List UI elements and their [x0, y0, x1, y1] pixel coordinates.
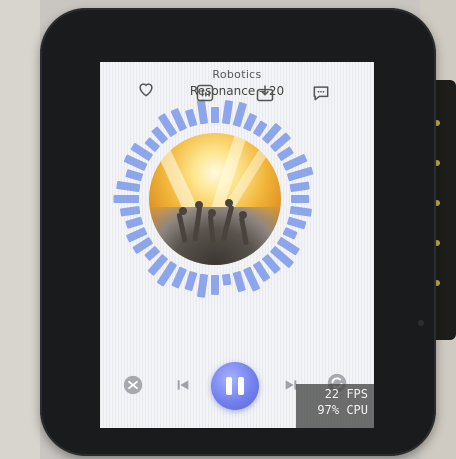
- spectrum-bar: [243, 113, 257, 132]
- heart-icon: [139, 83, 153, 97]
- equalizer-icon: [196, 84, 214, 102]
- spectrum-bar: [253, 120, 268, 137]
- spectrum-bar: [113, 195, 140, 203]
- download-icon: [256, 85, 274, 102]
- spectrum-bar: [287, 216, 307, 230]
- pause-button[interactable]: [211, 362, 259, 410]
- spectrum-bar: [116, 181, 141, 193]
- spectrum-bar: [232, 271, 246, 293]
- bezel-dot: [418, 320, 424, 326]
- download-button[interactable]: [254, 82, 276, 104]
- spectrum-bar: [125, 216, 143, 229]
- fps-readout: 22 FPS: [324, 387, 368, 401]
- favorite-button[interactable]: [135, 78, 157, 100]
- spectrum-bar: [232, 102, 247, 127]
- cpu-readout: 97% CPU: [317, 403, 368, 417]
- equalizer-button[interactable]: [194, 82, 216, 104]
- spectrum-bar: [125, 169, 143, 182]
- album-art: [149, 133, 281, 265]
- shuffle-button[interactable]: [120, 372, 146, 398]
- previous-icon: [177, 380, 189, 390]
- spectrum-bar: [282, 227, 298, 240]
- spectrum-bar: [211, 107, 219, 123]
- spectrum-bar: [184, 271, 198, 291]
- background-left: [0, 0, 40, 459]
- spectrum-bar: [221, 100, 233, 125]
- screen: Robotics Resonance – 20 22 FPS 97% CPU: [100, 62, 374, 428]
- spectrum-bar: [185, 108, 198, 127]
- pause-icon: [226, 377, 232, 395]
- chat-icon: [313, 86, 329, 101]
- performance-overlay: 22 FPS 97% CPU: [296, 384, 374, 428]
- spectrum-bar: [211, 275, 219, 295]
- previous-button[interactable]: [172, 374, 194, 396]
- spectrum-bar: [277, 146, 294, 161]
- spectrum-bar: [221, 273, 232, 286]
- chat-button[interactable]: [310, 82, 332, 104]
- shuffle-icon: [123, 375, 143, 395]
- spectrum-bar: [197, 273, 209, 298]
- spectrum-bar: [289, 181, 310, 193]
- spectrum-bar: [120, 205, 141, 217]
- spectrum-bar: [289, 205, 312, 217]
- spectrum-bar: [291, 195, 310, 203]
